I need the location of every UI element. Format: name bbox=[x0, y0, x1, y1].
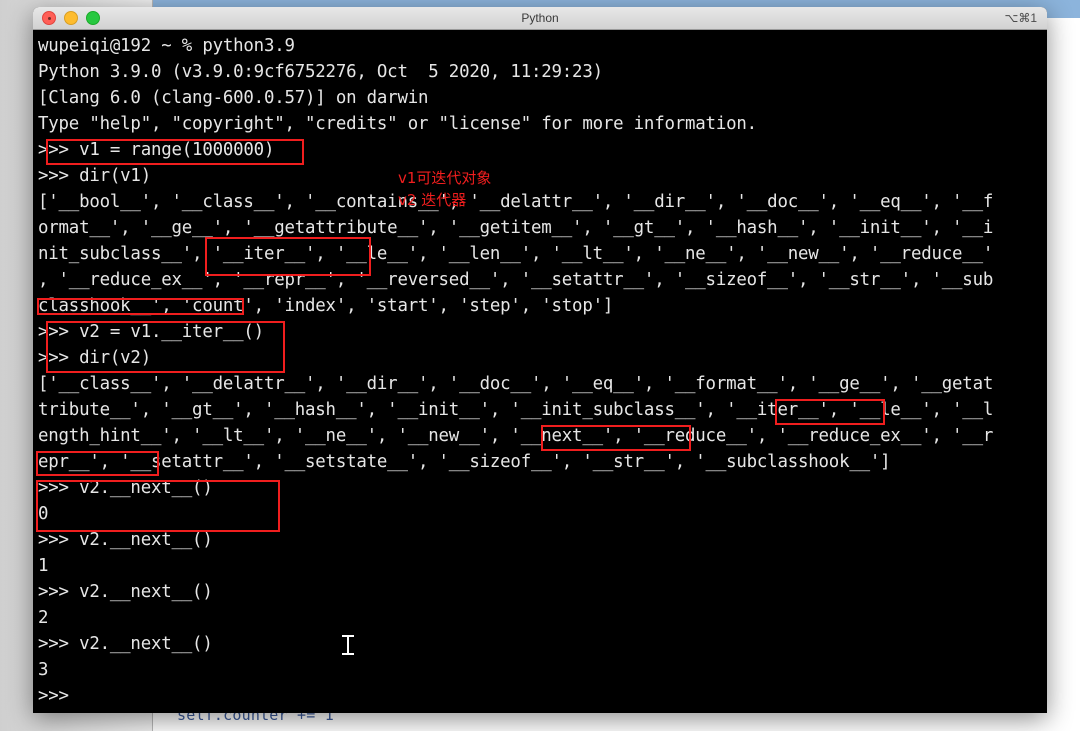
terminal-line: 2 bbox=[38, 608, 49, 628]
terminal-window[interactable]: Python ⌥⌘1 wupeiqi@192 ~ % python3.9 Pyth… bbox=[33, 7, 1047, 713]
minimize-icon[interactable] bbox=[64, 11, 78, 25]
terminal-line: 3 bbox=[38, 660, 49, 680]
terminal-line: ['__bool__', '__class__', '__contains__'… bbox=[38, 192, 994, 212]
terminal-line: >>> dir(v1) bbox=[38, 166, 151, 186]
mouse-ibeam-cursor bbox=[342, 634, 354, 656]
terminal-line: 1 bbox=[38, 556, 49, 576]
terminal-line: >>> v2 = v1.__iter__() bbox=[38, 322, 264, 342]
window-shortcut-label: ⌥⌘1 bbox=[1004, 11, 1037, 25]
terminal-titlebar[interactable]: Python ⌥⌘1 bbox=[33, 7, 1047, 30]
terminal-line: >>> v2.__next__() bbox=[38, 634, 213, 654]
terminal-line: ength_hint__', '__lt__', '__ne__', '__ne… bbox=[38, 426, 994, 446]
terminal-line: Type "help", "copyright", "credits" or "… bbox=[38, 114, 757, 134]
terminal-line: >>> v2.__next__() bbox=[38, 530, 213, 550]
terminal-line: >>> v2.__next__() bbox=[38, 478, 213, 498]
terminal-line: [Clang 6.0 (clang-600.0.57)] on darwin bbox=[38, 88, 429, 108]
terminal-line: ['__class__', '__delattr__', '__dir__', … bbox=[38, 374, 994, 394]
zoom-icon[interactable] bbox=[86, 11, 100, 25]
annotation-note: v2 迭代器 bbox=[398, 191, 467, 209]
terminal-output: wupeiqi@192 ~ % python3.9 Python 3.9.0 (v… bbox=[38, 33, 1042, 709]
terminal-line: tribute__', '__gt__', '__hash__', '__ini… bbox=[38, 400, 994, 420]
terminal-line: Python 3.9.0 (v3.9.0:9cf6752276, Oct 5 2… bbox=[38, 62, 614, 82]
window-controls[interactable] bbox=[42, 11, 100, 25]
terminal-line: wupeiqi@192 ~ % python3.9 bbox=[38, 36, 295, 56]
terminal-line: , '__reduce_ex__', '__repr__', '__revers… bbox=[38, 270, 994, 290]
annotation-note: v1可迭代对象 bbox=[398, 169, 492, 187]
desktop: self.counter += 1 Python ⌥⌘1 wupeiqi@192… bbox=[0, 0, 1080, 731]
terminal-line: epr__', '__setattr__', '__setstate__', '… bbox=[38, 452, 891, 472]
window-title: Python bbox=[521, 11, 559, 25]
close-icon[interactable] bbox=[42, 11, 56, 25]
terminal-line: 0 bbox=[38, 504, 49, 524]
terminal-line: >>> bbox=[38, 686, 80, 706]
terminal-line: >>> v2.__next__() bbox=[38, 582, 213, 602]
terminal-line: >>> v1 = range(1000000) bbox=[38, 140, 275, 160]
terminal-line: classhook__', 'count', 'index', 'start',… bbox=[38, 296, 614, 316]
terminal-line: >>> dir(v2) bbox=[38, 348, 151, 368]
terminal-body[interactable]: wupeiqi@192 ~ % python3.9 Python 3.9.0 (v… bbox=[33, 30, 1047, 713]
terminal-line: ormat__', '__ge__', '__getattribute__', … bbox=[38, 218, 994, 238]
terminal-line: nit_subclass__', '__iter__', '__le__', '… bbox=[38, 244, 994, 264]
